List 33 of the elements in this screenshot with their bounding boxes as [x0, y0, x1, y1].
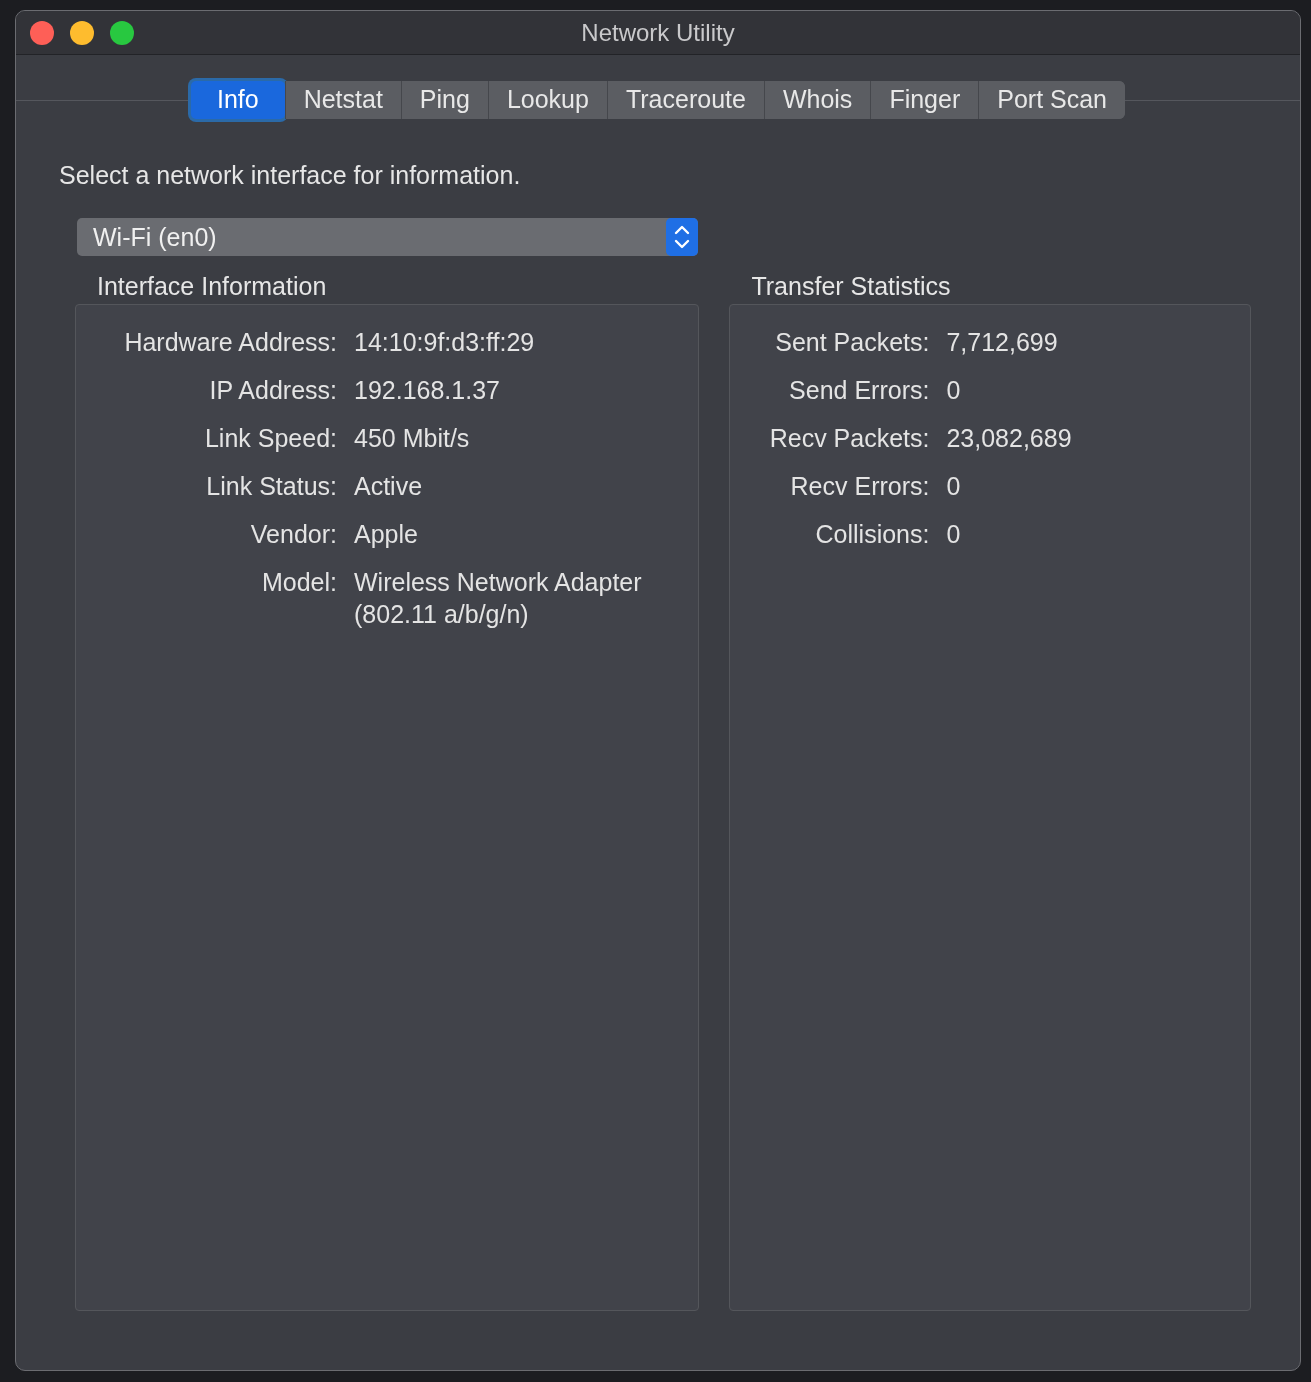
- field-label: Link Status:: [206, 471, 337, 502]
- field-value: Wireless Network Adapter (802.11 a/b/g/n): [354, 567, 643, 630]
- field-value: 23,082,689: [946, 423, 1072, 454]
- instruction-text: Select a network interface for information.: [59, 161, 522, 190]
- field-value: Active: [354, 471, 423, 502]
- field-value: 192.168.1.37: [354, 375, 500, 406]
- field-label: Sent Packets:: [775, 327, 930, 358]
- close-icon[interactable]: [30, 21, 54, 45]
- tab[interactable]: Port Scan: [978, 81, 1126, 119]
- minimize-icon[interactable]: [70, 21, 94, 45]
- tab[interactable]: Info: [190, 81, 285, 119]
- field-label: Recv Errors:: [790, 471, 930, 502]
- window-title: Network Utility: [581, 18, 735, 47]
- field-label: Model:: [261, 567, 337, 598]
- field-value: 7,712,699: [946, 327, 1058, 358]
- field-value: 14:10:9f:d3:ff:29: [354, 327, 535, 358]
- field-label: IP Address:: [209, 375, 337, 406]
- field-label: Vendor:: [250, 519, 337, 550]
- zoom-icon[interactable]: [110, 21, 134, 45]
- interface-select[interactable]: Wi-Fi (en0): [77, 218, 698, 256]
- field-label: Collisions:: [815, 519, 930, 550]
- chevron-updown-icon: [666, 218, 698, 256]
- field-value: 0: [946, 471, 961, 502]
- field-value: 450 Mbit/s: [354, 423, 470, 454]
- field-value: 0: [946, 375, 961, 406]
- group-title: Transfer Statistics: [750, 272, 952, 302]
- field-value: Apple: [354, 519, 418, 550]
- field-value: 0: [946, 519, 961, 550]
- field-label: Hardware Address:: [124, 327, 337, 358]
- field-label: Send Errors:: [789, 375, 930, 406]
- field-label: Link Speed:: [204, 423, 337, 454]
- group-title: Interface Information: [96, 272, 328, 302]
- field-label: Recv Packets:: [769, 423, 930, 454]
